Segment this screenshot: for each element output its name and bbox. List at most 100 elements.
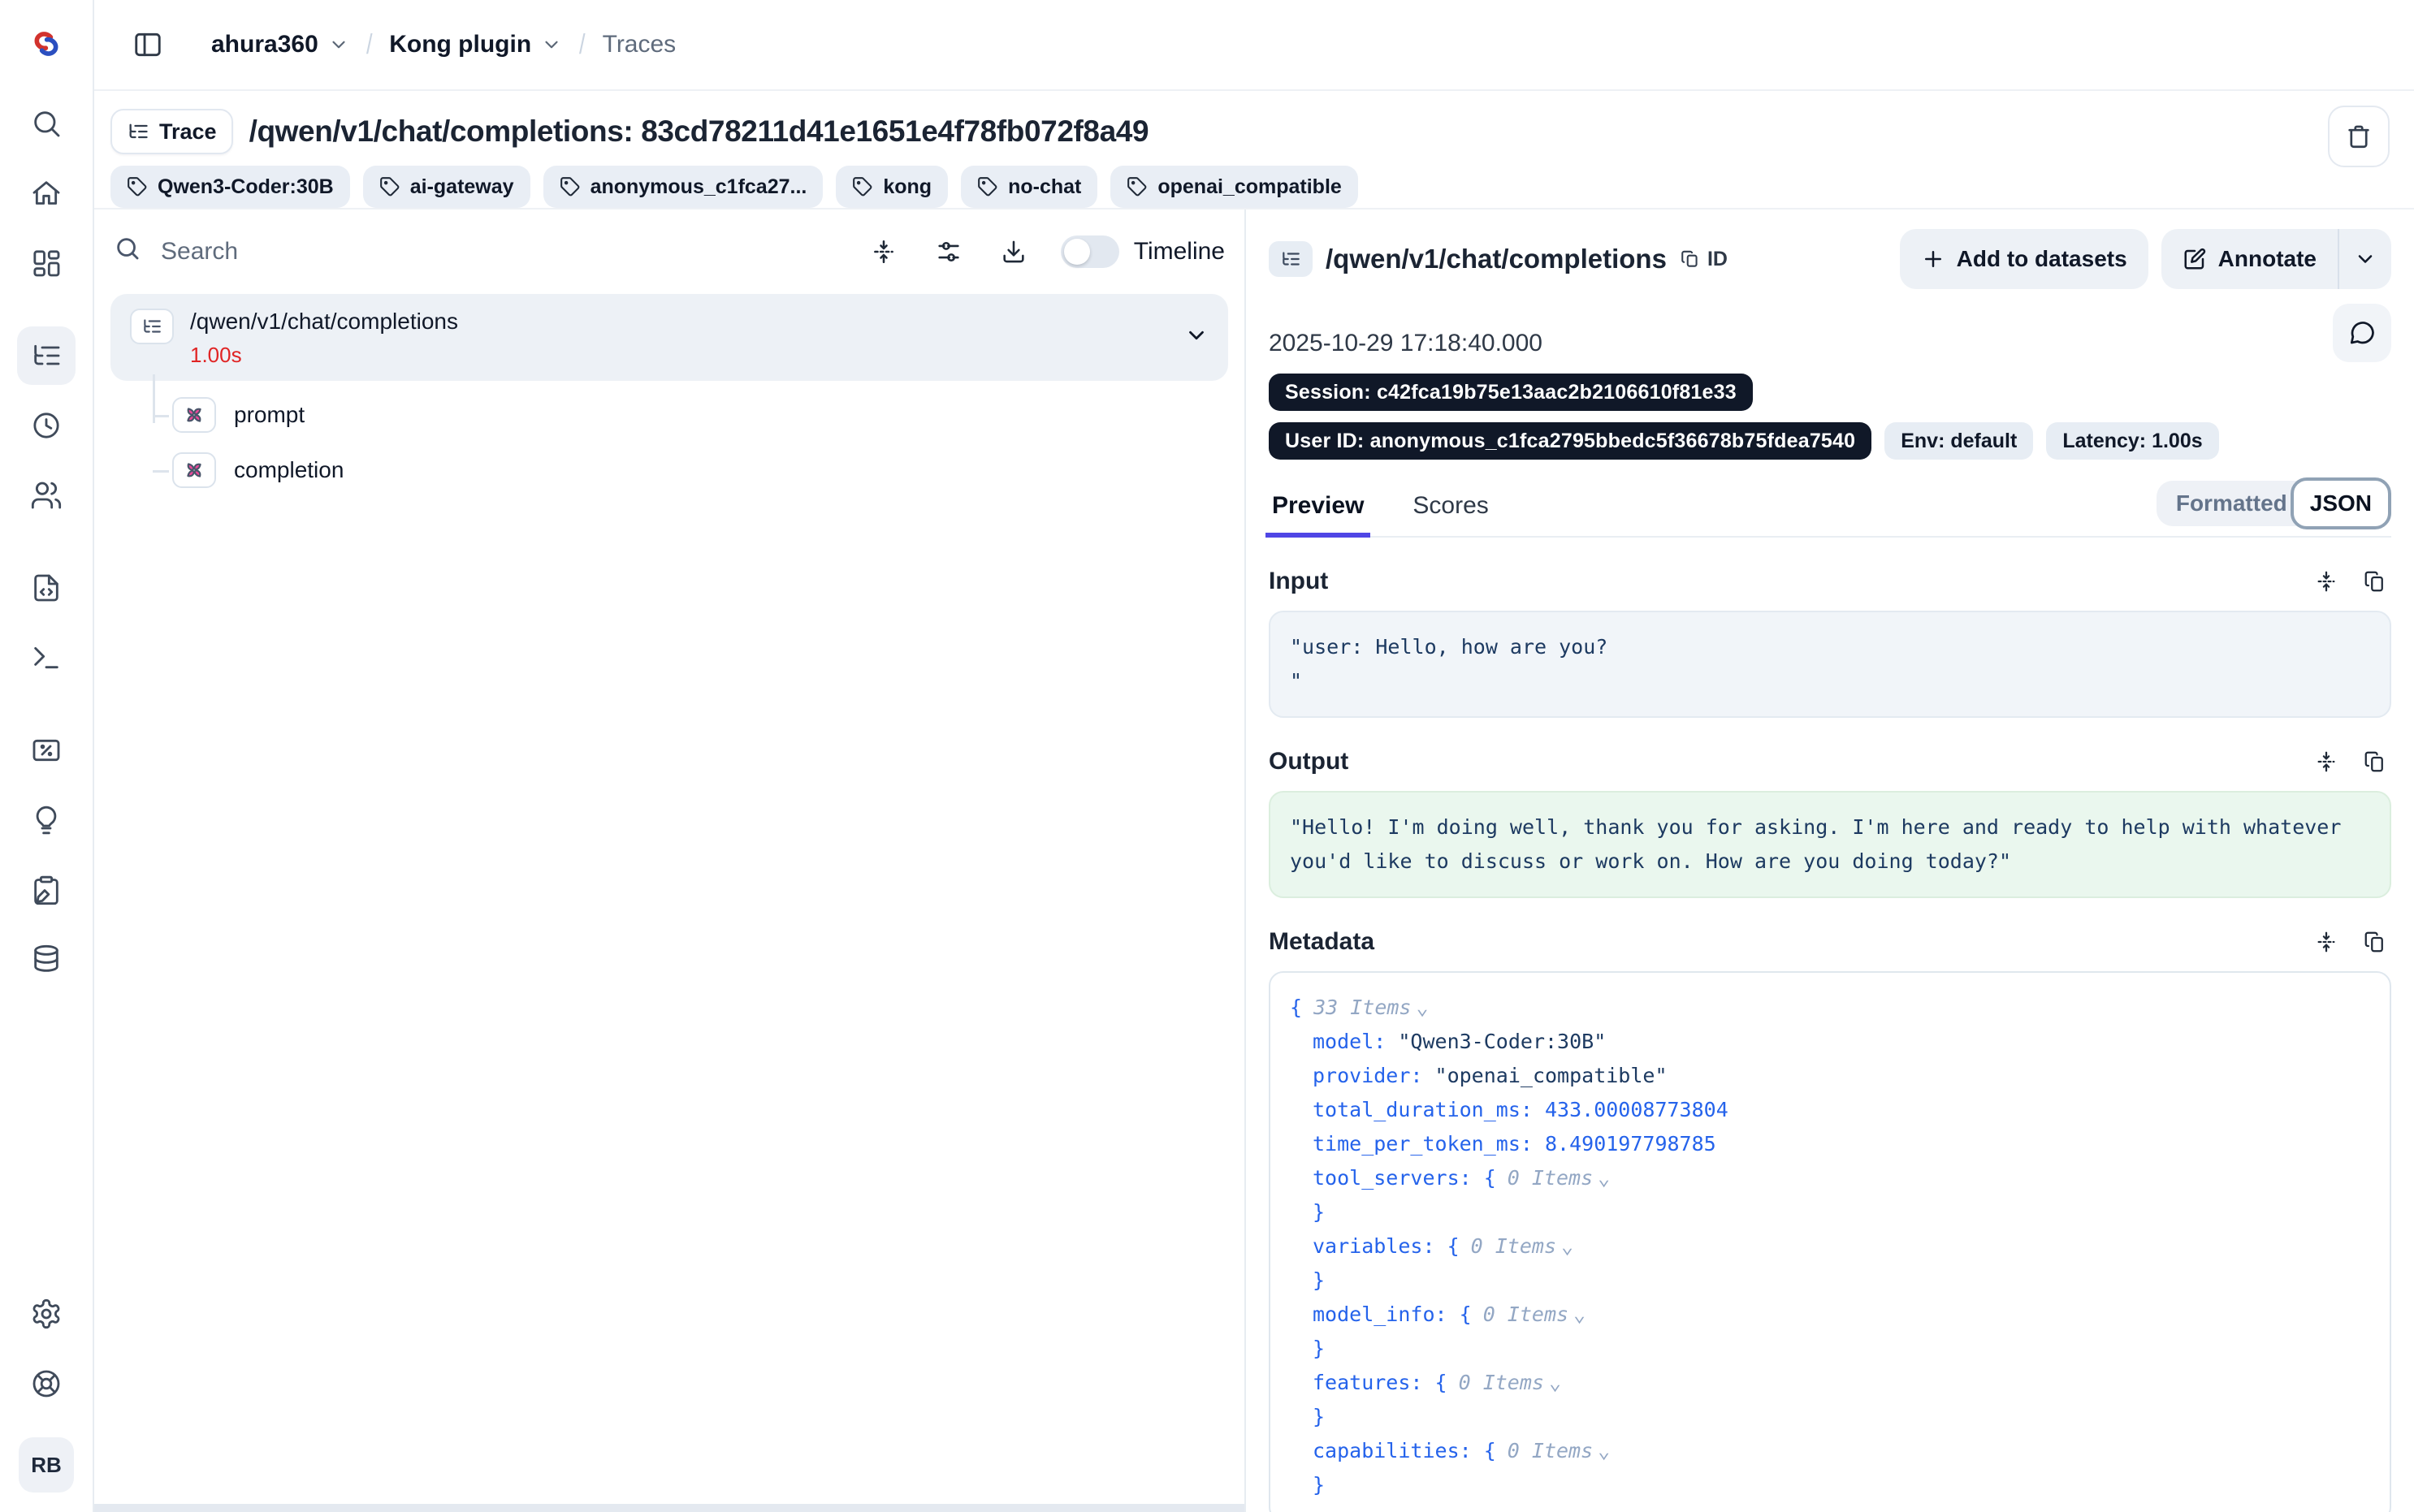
json-open-brace: {	[1435, 1371, 1447, 1394]
sidebar-item-tracing[interactable]	[17, 326, 76, 385]
detail-tabs: Preview Scores Formatted JSON	[1269, 482, 2391, 538]
user-avatar[interactable]: RB	[19, 1437, 74, 1493]
tree-search-row: Timeline	[110, 210, 1228, 294]
sidebar-item-evals[interactable]	[17, 721, 76, 780]
download-icon	[1000, 238, 1027, 266]
collapse-section-button[interactable]	[2310, 745, 2343, 778]
session-badge[interactable]: Session: c42fca19b75e13aac2b2106610f81e3…	[1269, 374, 1753, 411]
tag-icon	[852, 176, 873, 197]
json-close-brace: }	[1313, 1473, 1325, 1497]
sidebar-item-dashboards[interactable]	[17, 234, 76, 292]
annotate-button[interactable]: Annotate	[2161, 229, 2338, 289]
breadcrumb-project-label: Kong plugin	[389, 31, 531, 58]
input-content: "user: Hello, how are you?"	[1269, 611, 2391, 718]
trace-tag[interactable]: anonymous_c1fca27...	[543, 166, 824, 208]
json-key: model_info	[1313, 1302, 1435, 1326]
panel-toggle-button[interactable]	[120, 17, 175, 72]
json-items-count[interactable]: 0 Items⌄	[1471, 1234, 1573, 1258]
copy-section-button[interactable]	[2359, 926, 2391, 958]
sidebar-item-prompts[interactable]	[17, 559, 76, 617]
trace-tag[interactable]: no-chat	[961, 166, 1097, 208]
trace-detail-panel: /qwen/v1/chat/completions ID Add to data…	[1244, 210, 2414, 1512]
trace-tag[interactable]: Qwen3-Coder:30B	[110, 166, 350, 208]
sidebar-item-playground[interactable]	[17, 629, 76, 687]
json-items-count[interactable]: 33 Items⌄	[1313, 996, 1428, 1019]
json-colon: :	[1460, 1166, 1484, 1190]
annotate-dropdown-button[interactable]	[2339, 229, 2391, 289]
sidebar-item-support[interactable]	[17, 1354, 76, 1413]
tree-root-row[interactable]: /qwen/v1/chat/completions 1.00s	[110, 294, 1228, 381]
format-option-json[interactable]: JSON	[2291, 477, 2391, 529]
copy-section-button[interactable]	[2359, 745, 2391, 778]
json-string-value: "Qwen3-Coder:30B"	[1398, 1030, 1606, 1053]
trace-tag[interactable]: kong	[836, 166, 948, 208]
chevron-down-icon: ⌄	[1598, 1166, 1610, 1190]
user-id-badge[interactable]: User ID: anonymous_c1fca2795bbedc5f36678…	[1269, 422, 1871, 460]
json-line: total_duration_ms: 433.00008773804	[1290, 1093, 2370, 1127]
copy-icon	[2363, 930, 2387, 954]
trace-tag[interactable]: openai_compatible	[1110, 166, 1357, 208]
json-items-count[interactable]: 0 Items⌄	[1508, 1166, 1610, 1190]
metadata-json-viewer[interactable]: {33 Items⌄ model: "Qwen3-Coder:30B" prov…	[1269, 971, 2391, 1512]
json-close-brace: }	[1313, 1405, 1325, 1428]
collapse-section-button[interactable]	[2310, 565, 2343, 598]
search-input[interactable]	[161, 238, 843, 266]
tab-scores[interactable]: Scores	[1409, 492, 1491, 536]
tree-child-row[interactable]: prompt	[153, 387, 1228, 443]
timeline-label: Timeline	[1134, 238, 1225, 266]
gear-icon	[30, 1298, 63, 1330]
sidebar-item-sessions[interactable]	[17, 396, 76, 455]
breadcrumb-project[interactable]: Kong plugin	[389, 31, 562, 58]
json-items-count[interactable]: 0 Items⌄	[1459, 1371, 1561, 1394]
sidebar-item-search[interactable]	[17, 94, 76, 153]
json-colon: :	[1410, 1064, 1434, 1087]
tag-icon	[977, 176, 998, 197]
sidebar-item-home[interactable]	[17, 164, 76, 222]
tab-preview[interactable]: Preview	[1269, 492, 1367, 536]
env-badge: Env: default	[1884, 422, 2033, 460]
timeline-toggle[interactable]	[1061, 235, 1119, 268]
add-to-datasets-button[interactable]: Add to datasets	[1900, 229, 2148, 289]
json-line: }	[1290, 1195, 2370, 1229]
trace-timestamp: 2025-10-29 17:18:40.000	[1269, 330, 2391, 357]
input-line: "	[1290, 664, 2370, 698]
json-number-value: 433.00008773804	[1545, 1098, 1728, 1121]
sidebar-item-settings[interactable]	[17, 1285, 76, 1343]
clipboard-pen-icon	[30, 874, 63, 906]
sidebar-item-annotation[interactable]	[17, 861, 76, 919]
horizontal-scrollbar[interactable]	[94, 1504, 1244, 1512]
copy-section-button[interactable]	[2359, 565, 2391, 598]
content-split: Timeline /qwen/v1/chat/completions 1.00s	[94, 210, 2414, 1512]
json-items-count[interactable]: 0 Items⌄	[1508, 1439, 1610, 1462]
format-option-formatted[interactable]: Formatted	[2157, 481, 2313, 526]
breadcrumb-org[interactable]: ahura360	[211, 31, 349, 58]
json-close-brace: }	[1313, 1337, 1325, 1360]
delete-trace-button[interactable]	[2328, 106, 2390, 167]
copy-id-button[interactable]: ID	[1680, 248, 1728, 271]
sidebar-item-insights[interactable]	[17, 791, 76, 849]
collapse-all-button[interactable]	[859, 227, 908, 276]
breadcrumb-page[interactable]: Traces	[603, 31, 677, 58]
sidebar-item-datasets[interactable]	[17, 931, 76, 989]
trace-tag[interactable]: ai-gateway	[363, 166, 530, 208]
chevron-down-icon[interactable]	[1184, 323, 1209, 354]
tree-child-label: prompt	[234, 402, 305, 428]
json-items-count[interactable]: 0 Items⌄	[1483, 1302, 1586, 1326]
sidebar-item-users[interactable]	[17, 466, 76, 525]
detail-actions: Add to datasets Annotate	[1900, 229, 2391, 289]
json-line: provider: "openai_compatible"	[1290, 1059, 2370, 1093]
tree-child-row[interactable]: completion	[153, 443, 1228, 498]
comments-button[interactable]	[2333, 304, 2391, 362]
download-button[interactable]	[989, 227, 1038, 276]
search-icon	[30, 107, 63, 140]
json-key: model	[1313, 1030, 1374, 1053]
view-settings-button[interactable]	[924, 227, 973, 276]
annotate-button-group: Annotate	[2161, 229, 2391, 289]
topbar: ahura360 / Kong plugin / Traces	[94, 0, 2414, 91]
input-section-icons	[2310, 565, 2391, 598]
collapse-section-button[interactable]	[2310, 926, 2343, 958]
metadata-title: Metadata	[1269, 928, 1374, 956]
clock-icon	[30, 409, 63, 442]
panel-left-icon	[132, 29, 163, 60]
breadcrumb-separator: /	[579, 29, 586, 61]
